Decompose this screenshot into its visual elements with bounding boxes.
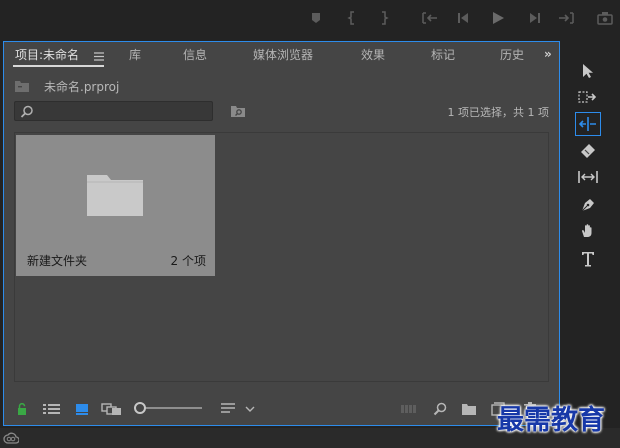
tab-effects[interactable]: 效果 xyxy=(361,46,385,63)
razor-tool-icon[interactable] xyxy=(575,140,601,162)
tab-project[interactable]: 项目:未命名 xyxy=(15,46,79,63)
tab-info[interactable]: 信息 xyxy=(183,46,207,63)
search-icon xyxy=(20,105,34,119)
panel-tab-bar: 项目:未命名 库 信息 媒体浏览器 效果 标记 历史 » xyxy=(4,42,559,68)
export-frame-icon[interactable] xyxy=(596,8,616,28)
chevron-down-icon[interactable] xyxy=(244,401,256,417)
track-select-tool-icon[interactable] xyxy=(575,86,601,108)
automate-sequence-icon[interactable] xyxy=(400,401,418,417)
find-in-project-icon[interactable] xyxy=(230,104,246,118)
tab-media-browser[interactable]: 媒体浏览器 xyxy=(253,46,313,63)
active-tab-indicator xyxy=(13,65,104,67)
step-forward-icon[interactable] xyxy=(524,8,544,28)
panel-menu-icon[interactable] xyxy=(94,50,104,61)
bin-name: 新建文件夹 xyxy=(27,254,88,268)
slip-tool-icon[interactable] xyxy=(575,166,601,188)
bin-tile[interactable]: 新建文件夹 2 个项 xyxy=(16,135,215,276)
tab-overflow-button[interactable]: » xyxy=(544,47,552,61)
selection-status: 1 项已选择，共 1 项 xyxy=(447,106,550,119)
tab-markers[interactable]: 标记 xyxy=(431,46,455,63)
play-icon[interactable] xyxy=(488,8,508,28)
creative-cloud-icon[interactable] xyxy=(3,431,19,445)
type-tool-icon[interactable] xyxy=(575,248,601,270)
icon-view-icon[interactable] xyxy=(74,401,90,417)
tools-panel xyxy=(572,56,606,276)
zoom-slider-handle[interactable] xyxy=(134,402,146,414)
search-box[interactable] xyxy=(14,101,213,121)
mark-in-icon[interactable] xyxy=(342,8,362,28)
project-file-icon xyxy=(14,79,30,93)
ripple-edit-tool-icon[interactable] xyxy=(575,112,601,136)
project-items-area: 新建文件夹 2 个项 xyxy=(14,132,549,382)
transport-bar xyxy=(0,0,620,36)
tab-libraries[interactable]: 库 xyxy=(129,46,141,63)
pen-tool-icon[interactable] xyxy=(575,194,601,216)
freeform-view-icon[interactable] xyxy=(100,401,124,417)
tab-history[interactable]: 历史 xyxy=(500,46,526,63)
go-to-out-icon[interactable] xyxy=(556,8,576,28)
step-back-icon[interactable] xyxy=(454,8,474,28)
go-to-in-icon[interactable] xyxy=(420,8,440,28)
project-panel: 项目:未命名 库 信息 媒体浏览器 效果 标记 历史 » 未命名.prproj … xyxy=(3,41,560,426)
watermark: 最需教育 xyxy=(497,405,605,436)
hand-tool-icon[interactable] xyxy=(575,220,601,242)
selection-tool-icon[interactable] xyxy=(575,60,601,82)
sort-icon[interactable] xyxy=(220,401,236,417)
search-input[interactable] xyxy=(37,102,207,120)
lock-icon[interactable] xyxy=(16,401,28,417)
mark-out-icon[interactable] xyxy=(374,8,394,28)
list-view-icon[interactable] xyxy=(42,401,62,417)
marker-icon[interactable] xyxy=(306,8,326,28)
bin-item-count: 2 个项 xyxy=(170,254,206,268)
find-icon[interactable] xyxy=(432,401,448,417)
project-file-name: 未命名.prproj xyxy=(44,80,120,94)
new-bin-icon[interactable] xyxy=(460,401,478,417)
folder-icon xyxy=(86,173,144,217)
